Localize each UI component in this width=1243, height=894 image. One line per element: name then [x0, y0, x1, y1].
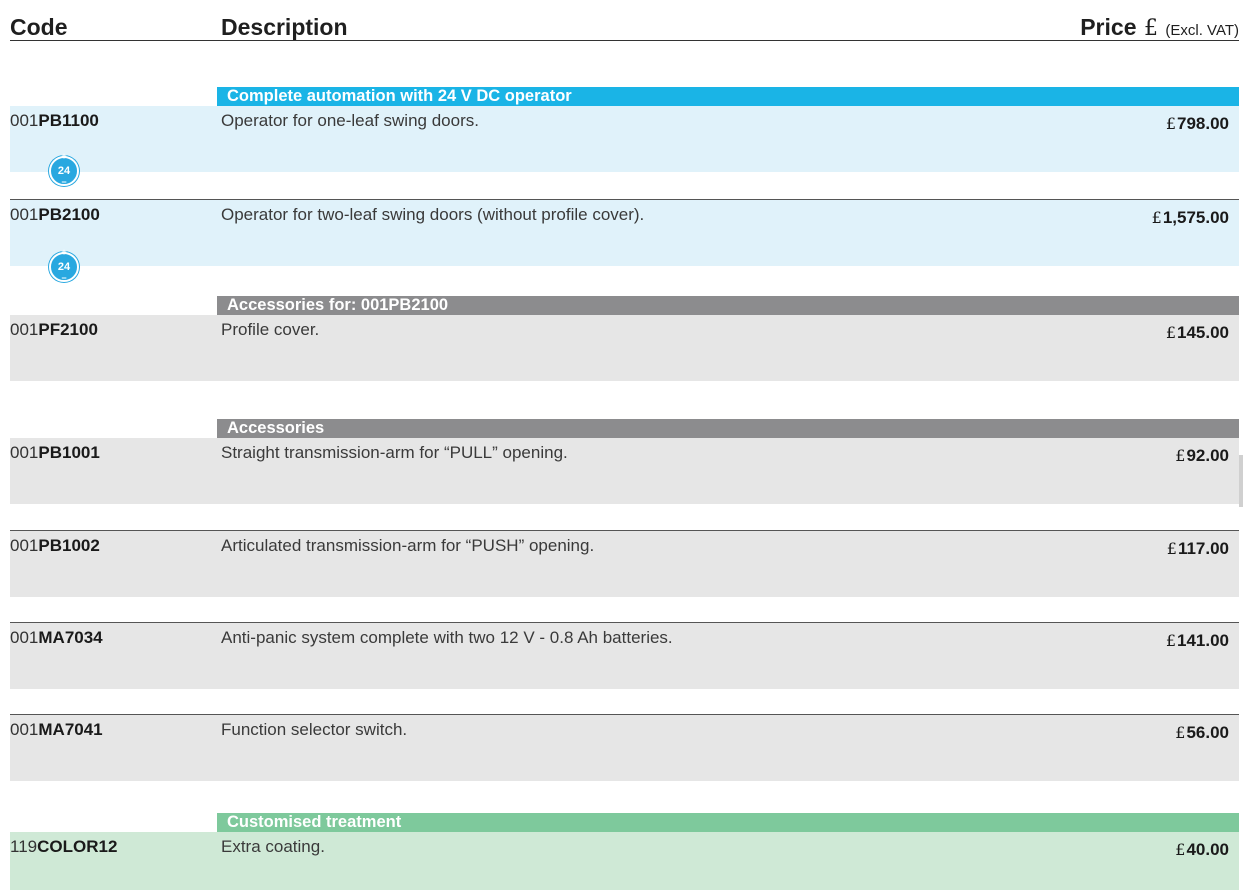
product-code: 001MA7041: [10, 720, 103, 739]
section-header: Complete automation with 24 V DC operato…: [217, 87, 1239, 106]
product-price: £56.00: [1175, 723, 1229, 742]
description-column-header: Description: [221, 14, 348, 40]
product-price: £798.00: [1165, 114, 1229, 133]
price-column-header: Price £ (Excl. VAT): [1080, 14, 1239, 41]
product-description: Profile cover.: [221, 320, 320, 339]
product-price: £40.00: [1175, 840, 1229, 859]
product-description: Anti-panic system complete with two 12 V…: [221, 628, 673, 647]
product-code: 001MA7034: [10, 628, 103, 647]
page-edge-tab: [1239, 455, 1243, 507]
product-code: 001PF2100: [10, 320, 98, 339]
table-header: Code Description Price £ (Excl. VAT): [10, 8, 1239, 41]
product-description: Operator for one-leaf swing doors.: [221, 111, 479, 130]
product-price: £145.00: [1165, 323, 1229, 342]
code-column-header: Code: [10, 14, 68, 40]
product-price: £141.00: [1165, 631, 1229, 650]
section-header: Customised treatment: [217, 813, 1239, 832]
product-code: 001PB1002: [10, 536, 100, 555]
currency-symbol: £: [1143, 16, 1158, 41]
table-row: 001PB1100 Operator for one-leaf swing do…: [10, 106, 1239, 187]
product-code: 119COLOR12: [10, 837, 118, 856]
product-price: £117.00: [1166, 539, 1229, 558]
product-code: 001PB2100: [10, 205, 100, 224]
table-row: 001MA7041 Function selector switch. £56.…: [10, 714, 1239, 781]
product-code: 001PB1001: [10, 443, 100, 462]
product-description: Articulated transmission-arm for “PUSH” …: [221, 536, 595, 555]
product-description: Function selector switch.: [221, 720, 408, 739]
table-row: 001PB1002 Articulated transmission-arm f…: [10, 530, 1239, 597]
vat-note: (Excl. VAT): [1165, 22, 1239, 39]
product-price: £1,575.00: [1151, 208, 1229, 227]
product-description: Straight transmission-arm for “PULL” ope…: [221, 443, 568, 462]
price-label: Price: [1080, 14, 1137, 40]
product-price: £92.00: [1175, 446, 1229, 465]
24v-dc-badge-icon: +24−: [49, 152, 79, 187]
product-description: Extra coating.: [221, 837, 325, 856]
24v-dc-badge-icon: +24−: [49, 248, 79, 283]
table-row: 001PB2100 Operator for two-leaf swing do…: [10, 199, 1239, 283]
table-row: 119COLOR12 Extra coating. £40.00: [10, 832, 1239, 890]
section-header: Accessories for: 001PB2100: [217, 296, 1239, 315]
product-description: Operator for two-leaf swing doors (witho…: [221, 205, 645, 224]
table-row: 001PB1001 Straight transmission-arm for …: [10, 438, 1239, 504]
table-row: 001MA7034 Anti-panic system complete wit…: [10, 622, 1239, 689]
table-row: 001PF2100 Profile cover. £145.00: [10, 315, 1239, 381]
section-header: Accessories: [217, 419, 1239, 438]
product-code: 001PB1100: [10, 111, 99, 130]
